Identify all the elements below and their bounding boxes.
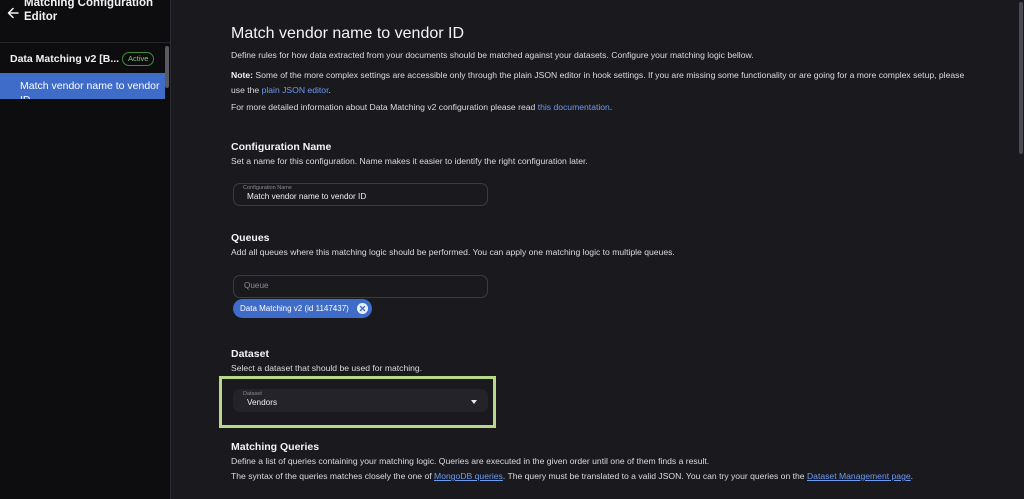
page-title: Match vendor name to vendor ID [231,25,465,42]
dataset-management-link[interactable]: Dataset Management page [807,471,911,481]
configuration-name-value: Match vendor name to vendor ID [247,192,367,201]
configuration-name-field[interactable]: Configuration Name Match vendor name to … [233,183,488,206]
matching-queries-syntax: The syntax of the queries matches closel… [231,469,951,484]
sidebar: Matching Configuration Editor Data Match… [0,0,171,499]
mongodb-queries-link[interactable]: MongoDB queries [434,471,503,481]
syntax-text-2: . The query must be translated to a vali… [502,471,807,481]
dataset-description: Select a dataset that should be used for… [231,363,423,373]
note-text: Note: Some of the more complex settings … [231,68,971,97]
queues-title: Queues [231,232,270,244]
sidebar-header: Matching Configuration Editor [0,0,170,34]
config-name-title: Configuration Name [231,141,332,153]
queues-description: Add all queues where this matching logic… [231,247,675,257]
dataset-select-label: Dataset [243,391,262,397]
docs-body: For more detailed information about Data… [231,102,538,112]
plain-json-editor-link[interactable]: plain JSON editor [262,85,329,95]
sidebar-scrollbar[interactable] [165,44,170,499]
sidebar-divider [0,42,170,43]
queue-chip-label: Data Matching v2 (id 1147437) [240,304,349,313]
docs-end: . [609,102,613,112]
sidebar-title: Matching Configuration Editor [24,0,154,23]
note-body: Some of the more complex settings are ac… [231,70,965,95]
matching-queries-title: Matching Queries [231,441,320,453]
dataset-select-value: Vendors [247,398,278,407]
configuration-name-label: Configuration Name [243,185,292,191]
syntax-end: . [910,471,914,481]
sidebar-section-label: Data Matching v2 [B... [10,53,120,65]
dataset-select[interactable]: Dataset Vendors [233,389,488,412]
docs-text: For more detailed information about Data… [231,100,971,115]
sidebar-item-match-vendor[interactable]: Match vendor name to vendor ID [0,73,165,99]
matching-queries-description: Define a list of queries containing your… [231,456,710,466]
chevron-down-icon[interactable] [471,400,477,404]
queue-placeholder: Queue [244,281,269,290]
note-label: Note: [231,70,253,80]
note-end: . [328,84,331,95]
back-arrow-icon[interactable] [6,6,20,20]
sidebar-section-data-matching[interactable]: Data Matching v2 [B... Active [0,50,166,70]
close-icon[interactable] [356,303,368,314]
sidebar-item-label: Match vendor name to vendor ID [20,80,160,99]
queue-chip[interactable]: Data Matching v2 (id 1147437) [233,299,372,318]
queue-input[interactable]: Queue [233,275,488,298]
main-scrollbar-thumb[interactable] [1019,2,1023,154]
dataset-title: Dataset [231,348,269,360]
documentation-link[interactable]: this documentation [538,102,610,112]
sidebar-scrollbar-thumb[interactable] [165,46,169,88]
syntax-text: The syntax of the queries matches closel… [231,471,435,481]
intro-text: Define rules for how data extracted from… [231,50,754,60]
config-name-description: Set a name for this configuration. Name … [231,156,588,166]
main-panel: Match vendor name to vendor ID Define ru… [171,0,1024,499]
status-badge: Active [122,52,155,66]
